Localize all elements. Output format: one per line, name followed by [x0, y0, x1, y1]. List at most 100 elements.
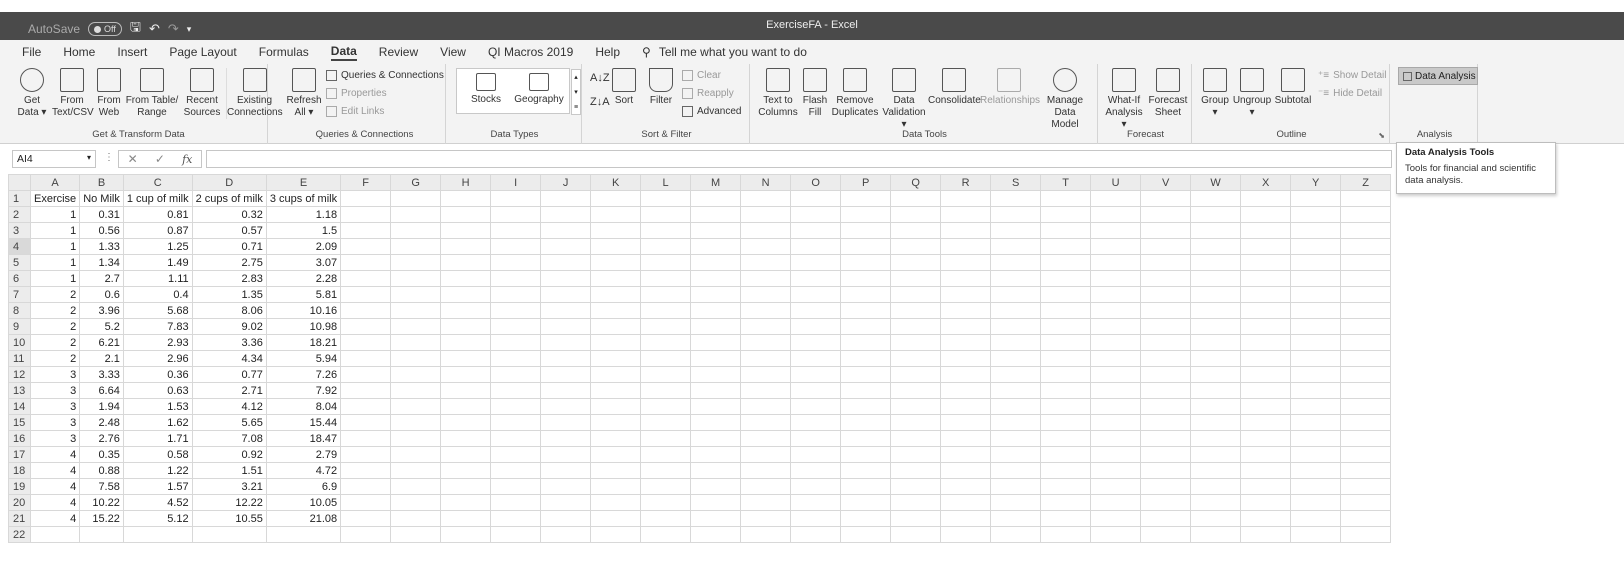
cell[interactable]: [1190, 494, 1242, 511]
cell[interactable]: [1190, 318, 1242, 335]
cell[interactable]: [1090, 302, 1142, 319]
cell[interactable]: [590, 462, 642, 479]
cell[interactable]: [540, 334, 592, 351]
column-header-z[interactable]: Z: [1340, 174, 1392, 191]
cell[interactable]: [990, 446, 1042, 463]
cell[interactable]: [990, 270, 1042, 287]
cell[interactable]: [840, 478, 892, 495]
cell[interactable]: 4: [29, 462, 81, 479]
recent-sources-button[interactable]: Recent Sources: [180, 68, 224, 119]
cell[interactable]: [1240, 382, 1292, 399]
cell[interactable]: [890, 446, 942, 463]
cell[interactable]: [1190, 334, 1242, 351]
cell[interactable]: [790, 478, 842, 495]
group-button[interactable]: Group ▾: [1198, 68, 1232, 119]
cell[interactable]: 1.94: [79, 398, 124, 415]
cell[interactable]: [690, 334, 742, 351]
cell[interactable]: [590, 286, 642, 303]
cell[interactable]: [1140, 430, 1192, 447]
cell[interactable]: 4.52: [122, 494, 193, 511]
cell[interactable]: [990, 494, 1042, 511]
cell[interactable]: [340, 382, 392, 399]
cell[interactable]: [940, 302, 992, 319]
cell[interactable]: [1340, 190, 1392, 207]
cell[interactable]: [1140, 206, 1192, 223]
cell[interactable]: [1090, 430, 1142, 447]
cell[interactable]: [1340, 382, 1392, 399]
cell[interactable]: [590, 494, 642, 511]
row-header[interactable]: 7: [8, 286, 31, 303]
cell[interactable]: [890, 462, 942, 479]
cell[interactable]: 3.33: [79, 366, 124, 383]
cell[interactable]: [740, 254, 792, 271]
cell[interactable]: [1090, 526, 1142, 543]
cell[interactable]: [940, 334, 992, 351]
cell[interactable]: [1240, 318, 1292, 335]
cell[interactable]: [1190, 462, 1242, 479]
cell[interactable]: [640, 206, 692, 223]
clear-button[interactable]: Clear: [682, 70, 721, 81]
cell[interactable]: [1040, 462, 1092, 479]
sort-button[interactable]: Sort: [612, 68, 636, 107]
cell[interactable]: [1040, 526, 1092, 543]
cell[interactable]: [940, 478, 992, 495]
cell[interactable]: [690, 494, 742, 511]
cell[interactable]: [1240, 270, 1292, 287]
cell[interactable]: [540, 206, 592, 223]
cell[interactable]: [490, 334, 542, 351]
row-header[interactable]: 5: [8, 254, 31, 271]
cell[interactable]: [390, 222, 442, 239]
cell[interactable]: [1290, 494, 1342, 511]
cell[interactable]: [640, 334, 692, 351]
cell[interactable]: [690, 286, 742, 303]
cell[interactable]: [390, 318, 442, 335]
cell[interactable]: [1290, 286, 1342, 303]
cell[interactable]: [890, 350, 942, 367]
cell[interactable]: [390, 382, 442, 399]
cell[interactable]: [440, 350, 492, 367]
cell[interactable]: [1040, 494, 1092, 511]
cell[interactable]: [990, 382, 1042, 399]
cell[interactable]: [690, 222, 742, 239]
cell[interactable]: 5.94: [265, 350, 342, 367]
cell[interactable]: [740, 302, 792, 319]
cell[interactable]: 1: [29, 206, 81, 223]
cell[interactable]: [1040, 206, 1092, 223]
cell[interactable]: [790, 270, 842, 287]
column-header-m[interactable]: M: [690, 174, 742, 191]
cell[interactable]: [540, 254, 592, 271]
cell[interactable]: [1040, 334, 1092, 351]
cell[interactable]: [1190, 478, 1242, 495]
row-header[interactable]: 6: [8, 270, 31, 287]
cell[interactable]: [540, 382, 592, 399]
cell[interactable]: 1.62: [122, 414, 193, 431]
cell[interactable]: [390, 414, 442, 431]
cell[interactable]: [540, 190, 592, 207]
cell[interactable]: [990, 478, 1042, 495]
cell[interactable]: [490, 526, 542, 543]
cell[interactable]: [440, 430, 492, 447]
cell[interactable]: [390, 286, 442, 303]
cell[interactable]: 1.11: [122, 270, 193, 287]
cell[interactable]: [640, 414, 692, 431]
column-header-w[interactable]: W: [1190, 174, 1242, 191]
cell[interactable]: 1.33: [79, 238, 124, 255]
cell[interactable]: [790, 206, 842, 223]
cell[interactable]: [540, 302, 592, 319]
cell[interactable]: [590, 350, 642, 367]
cell[interactable]: [1340, 286, 1392, 303]
name-box[interactable]: AI4 ▾: [12, 150, 96, 168]
cell[interactable]: [440, 302, 492, 319]
cell[interactable]: [1240, 478, 1292, 495]
cell[interactable]: 15.22: [79, 510, 124, 527]
cell[interactable]: 0.4: [122, 286, 193, 303]
column-header-v[interactable]: V: [1140, 174, 1192, 191]
cell[interactable]: [690, 350, 742, 367]
cell[interactable]: [1290, 302, 1342, 319]
cell[interactable]: [740, 430, 792, 447]
subtotal-button[interactable]: Subtotal: [1272, 68, 1314, 107]
cell[interactable]: 2.93: [122, 334, 193, 351]
cell[interactable]: [1290, 190, 1342, 207]
cell[interactable]: [490, 190, 542, 207]
cell[interactable]: [540, 318, 592, 335]
